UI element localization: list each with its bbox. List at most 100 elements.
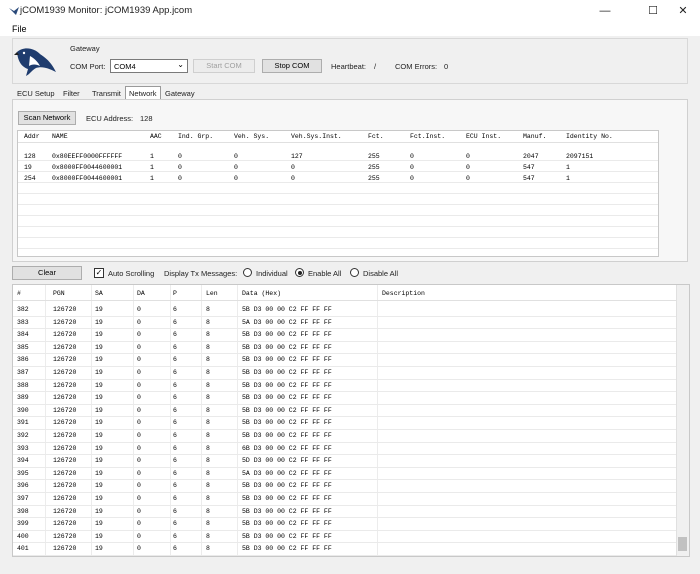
log-cell: 0 bbox=[137, 331, 141, 339]
log-cell: 8 bbox=[206, 369, 210, 376]
cell: 1 bbox=[150, 153, 154, 160]
log-row[interactable]: 382 126720 19 0 6 8 5B D3 00 00 C2 FF FF FF bbox=[13, 304, 689, 317]
log-row[interactable]: 390 126720 19 0 6 8 5B D3 00 00 C2 FF FF FF bbox=[13, 405, 689, 418]
log-cell: 6 bbox=[173, 406, 177, 414]
log-cell: 19 bbox=[95, 394, 103, 402]
log-cell: 6 bbox=[173, 520, 177, 528]
log-scrollbar[interactable] bbox=[676, 285, 689, 556]
minimize-button[interactable]: — bbox=[591, 2, 619, 20]
log-cell: 383 bbox=[17, 318, 29, 326]
log-row[interactable]: 385 126720 19 0 6 8 5B D3 00 00 C2 FF FF FF bbox=[13, 342, 689, 355]
log-cell: 19 bbox=[95, 507, 103, 515]
log-row[interactable]: 384 126720 19 0 6 8 5B D3 00 00 C2 FF FF FF bbox=[13, 329, 689, 342]
empty-row bbox=[18, 195, 658, 205]
log-scrollbar-thumb[interactable] bbox=[678, 537, 687, 551]
log-row[interactable]: 394 126720 19 0 6 8 5D D3 00 00 C2 FF FF FF bbox=[13, 455, 689, 468]
log-cell: 8 bbox=[206, 444, 210, 452]
disable-all-label: Disable All bbox=[363, 269, 399, 278]
heartbeat-value: / bbox=[374, 62, 377, 71]
tab-filter[interactable]: Filter bbox=[60, 87, 83, 99]
log-cell: 6 bbox=[173, 482, 177, 490]
individual-radio[interactable] bbox=[243, 268, 252, 277]
log-row[interactable]: 383 126720 19 0 6 8 5A D3 00 00 C2 FF FF FF bbox=[13, 317, 689, 330]
heartbeat-label: Heartbeat: bbox=[331, 62, 367, 71]
log-row[interactable]: 388 126720 19 0 6 8 5B D3 00 00 C2 FF FF FF bbox=[13, 380, 689, 393]
log-cell: 399 bbox=[17, 520, 29, 528]
log-cell: 19 bbox=[95, 457, 103, 465]
log-cell: 126720 bbox=[53, 343, 77, 351]
log-cell: 8 bbox=[206, 394, 210, 402]
com-port-select[interactable]: COM4 ⌄ bbox=[110, 59, 188, 73]
log-cell: 8 bbox=[206, 545, 210, 553]
cell: 0x8000FF0044600001 bbox=[52, 175, 123, 182]
log-cell: 8 bbox=[206, 495, 210, 502]
stop-com-button[interactable]: Stop COM bbox=[262, 59, 322, 73]
log-cell: 19 bbox=[95, 369, 103, 376]
network-table: Addr NAME AAC Ind. Grp. Veh. Sys. Veh.Sy… bbox=[17, 130, 659, 257]
log-row[interactable]: 398 126720 19 0 6 8 5B D3 00 00 C2 FF FF FF bbox=[13, 506, 689, 519]
log-cell: 5B D3 00 00 C2 FF FF FF bbox=[242, 306, 332, 313]
log-cell: 5B D3 00 00 C2 FF FF FF bbox=[242, 495, 332, 502]
log-row[interactable]: 387 126720 19 0 6 8 5B D3 00 00 C2 FF FF FF bbox=[13, 367, 689, 380]
log-cell: 126720 bbox=[53, 406, 77, 414]
log-cell: 19 bbox=[95, 331, 103, 339]
log-row[interactable]: 389 126720 19 0 6 8 5B D3 00 00 C2 FF FF FF bbox=[13, 392, 689, 405]
log-cell: 0 bbox=[137, 507, 141, 515]
close-button[interactable]: ✕ bbox=[669, 2, 697, 20]
log-cell: 8 bbox=[206, 331, 210, 339]
title-bar: jCOM1939 Monitor: jCOM1939 App.jcom — ☐ … bbox=[0, 0, 700, 22]
cell: 0 bbox=[291, 164, 295, 171]
start-com-button[interactable]: Start COM bbox=[193, 59, 255, 73]
log-cell: 397 bbox=[17, 495, 29, 502]
auto-scroll-label: Auto Scrolling bbox=[108, 269, 155, 278]
log-cell: 126720 bbox=[53, 469, 77, 477]
log-row[interactable]: 386 126720 19 0 6 8 5B D3 00 00 C2 FF FF FF bbox=[13, 354, 689, 367]
com-port-label: COM Port: bbox=[70, 62, 106, 71]
scan-network-button[interactable]: Scan Network bbox=[18, 111, 76, 125]
cell: 547 bbox=[523, 164, 535, 171]
log-cell: 126720 bbox=[53, 306, 77, 313]
log-cell: 6 bbox=[173, 469, 177, 477]
log-cell: 5B D3 00 00 C2 FF FF FF bbox=[242, 369, 332, 376]
log-row[interactable]: 400 126720 19 0 6 8 5B D3 00 00 C2 FF FF FF bbox=[13, 531, 689, 544]
log-col-da: DA bbox=[137, 290, 145, 297]
log-row[interactable]: 399 126720 19 0 6 8 5B D3 00 00 C2 FF FF FF bbox=[13, 518, 689, 531]
log-cell: 0 bbox=[137, 545, 141, 553]
log-row[interactable]: 395 126720 19 0 6 8 5A D3 00 00 C2 FF FF FF bbox=[13, 468, 689, 481]
tab-network[interactable]: Network bbox=[125, 86, 161, 99]
log-row[interactable]: 393 126720 19 0 6 8 6B D3 00 00 C2 FF FF FF bbox=[13, 443, 689, 456]
cell: 0x80EEFF0000FFFFFF bbox=[52, 153, 123, 160]
log-cell: 5A D3 00 00 C2 FF FF FF bbox=[242, 469, 332, 477]
cell: 254 bbox=[24, 175, 36, 182]
maximize-button[interactable]: ☐ bbox=[639, 2, 667, 20]
tab-gateway[interactable]: Gateway bbox=[162, 87, 198, 99]
log-row[interactable]: 397 126720 19 0 6 8 5B D3 00 00 C2 FF FF FF bbox=[13, 493, 689, 506]
clear-button[interactable]: Clear bbox=[12, 266, 82, 280]
log-cell: 19 bbox=[95, 520, 103, 528]
log-row[interactable]: 391 126720 19 0 6 8 5B D3 00 00 C2 FF FF FF bbox=[13, 417, 689, 430]
col-name: NAME bbox=[52, 133, 68, 140]
tab-transmit[interactable]: Transmit bbox=[89, 87, 124, 99]
cell: 0 bbox=[234, 153, 238, 160]
log-row[interactable]: 392 126720 19 0 6 8 5B D3 00 00 C2 FF FF FF bbox=[13, 430, 689, 443]
cell: 0x8000FF0044600001 bbox=[52, 164, 123, 171]
log-row[interactable]: 401 126720 19 0 6 8 5B D3 00 00 C2 FF FF FF bbox=[13, 543, 689, 556]
log-cell: 126720 bbox=[53, 520, 77, 528]
network-row[interactable]: 128 0x80EEFF0000FFFFFF 1 0 0 127 255 0 0… bbox=[18, 151, 658, 161]
network-row[interactable]: 19 0x8000FF0044600001 1 0 0 0 255 0 0 54… bbox=[18, 162, 658, 172]
log-cell: 126720 bbox=[53, 432, 77, 439]
log-row[interactable]: 396 126720 19 0 6 8 5B D3 00 00 C2 FF FF FF bbox=[13, 480, 689, 493]
cell: 0 bbox=[410, 153, 414, 160]
tab-ecu-setup[interactable]: ECU Setup bbox=[14, 87, 58, 99]
log-cell: 6B D3 00 00 C2 FF FF FF bbox=[242, 444, 332, 452]
log-cell: 19 bbox=[95, 419, 103, 427]
network-row[interactable]: 254 0x8000FF0044600001 1 0 0 0 255 0 0 5… bbox=[18, 173, 658, 183]
menu-file[interactable]: File bbox=[12, 24, 27, 34]
enable-all-radio[interactable] bbox=[295, 268, 304, 277]
log-cell: 0 bbox=[137, 369, 141, 376]
auto-scroll-checkbox[interactable]: ✓ bbox=[94, 268, 104, 278]
log-cell: 8 bbox=[206, 457, 210, 465]
log-cell: 5B D3 00 00 C2 FF FF FF bbox=[242, 545, 332, 553]
disable-all-radio[interactable] bbox=[350, 268, 359, 277]
log-cell: 126720 bbox=[53, 356, 77, 364]
